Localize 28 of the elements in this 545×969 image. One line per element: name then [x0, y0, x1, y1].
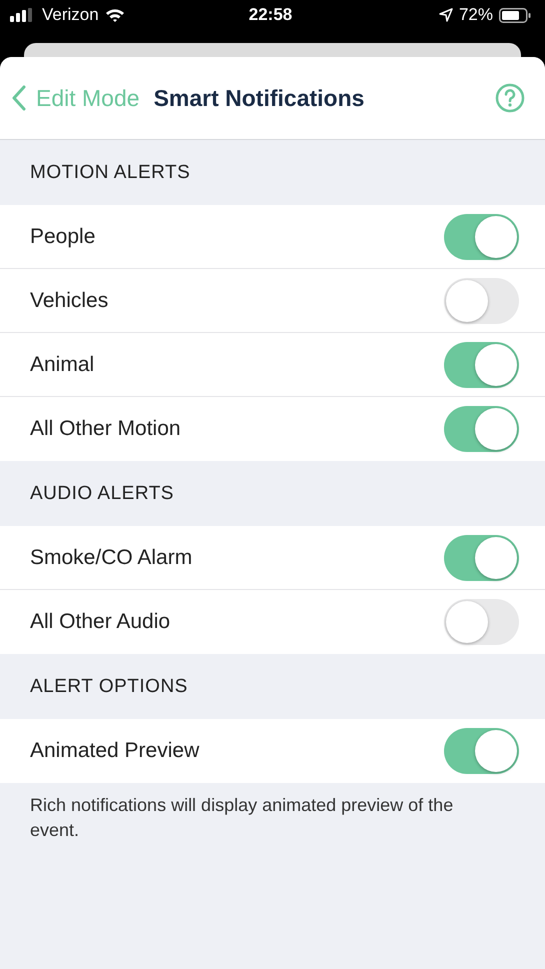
- setting-label: Animated Preview: [30, 739, 200, 763]
- setting-label: All Other Motion: [30, 417, 181, 441]
- battery-icon: [498, 8, 531, 22]
- toggle-switch[interactable]: [444, 728, 519, 774]
- setting-label: People: [30, 224, 96, 248]
- setting-label: Vehicles: [30, 288, 108, 312]
- setting-label: Smoke/CO Alarm: [30, 546, 192, 570]
- toggle-switch[interactable]: [444, 599, 519, 645]
- toggle-switch[interactable]: [444, 406, 519, 452]
- screen-title: Smart Notifications: [154, 84, 366, 112]
- setting-label: All Other Audio: [30, 610, 170, 634]
- section-header: ALERT OPTIONS: [30, 676, 188, 698]
- help-icon[interactable]: [495, 83, 525, 113]
- carrier-name: Verizon: [42, 5, 99, 25]
- back-button[interactable]: Edit Mode: [12, 84, 140, 112]
- clock-time: 22:58: [248, 5, 292, 25]
- toggle-switch[interactable]: [444, 214, 519, 260]
- toggle-switch[interactable]: [444, 342, 519, 388]
- chevron-left-icon: [12, 85, 26, 111]
- battery-percent: 72%: [458, 5, 493, 25]
- location-arrow-icon: [438, 8, 453, 22]
- section-header: MOTION ALERTS: [30, 162, 190, 184]
- footer-note: Rich notifications will display animated preview of the event.: [30, 794, 454, 842]
- toggle-switch[interactable]: [444, 534, 519, 580]
- toggle-switch[interactable]: [444, 278, 519, 324]
- wifi-icon: [104, 8, 125, 22]
- setting-label: Animal: [30, 352, 94, 376]
- section-header: AUDIO ALERTS: [30, 482, 174, 504]
